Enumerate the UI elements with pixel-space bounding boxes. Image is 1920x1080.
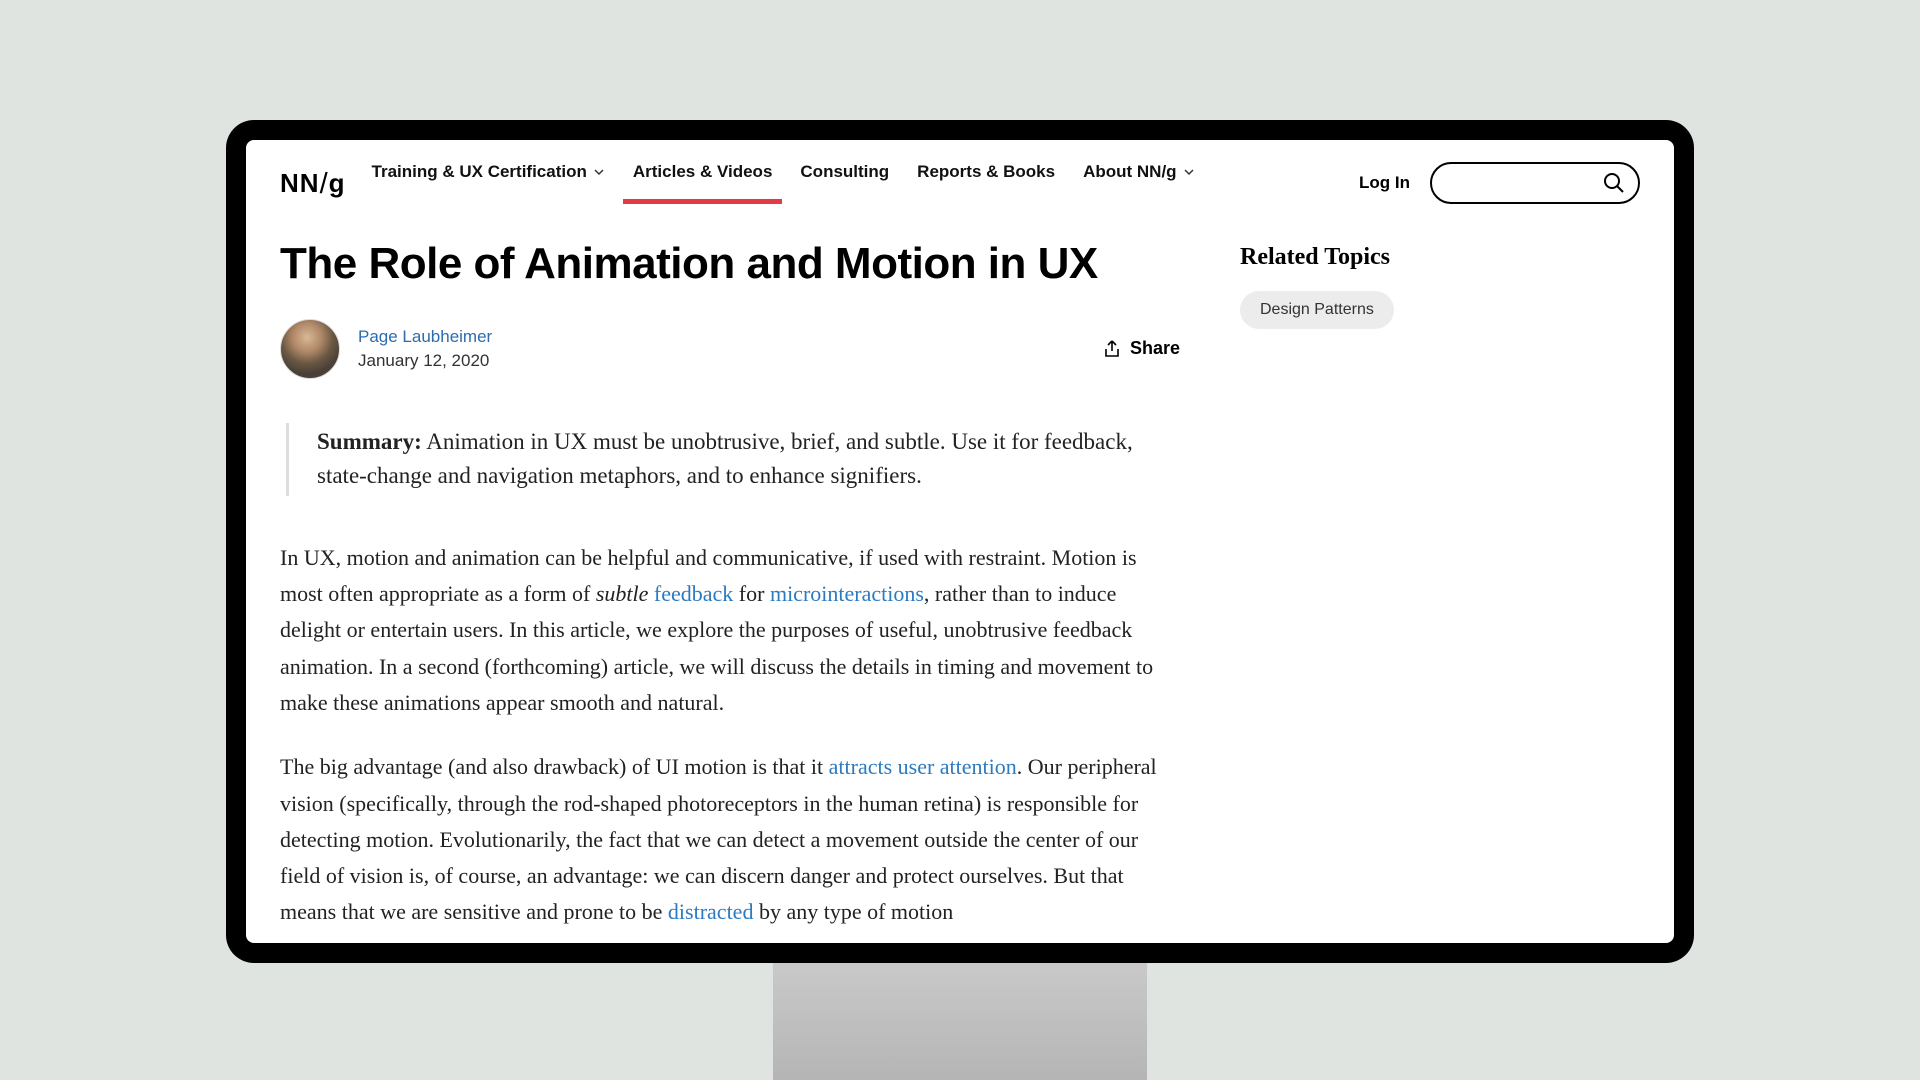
- topic-design-patterns[interactable]: Design Patterns: [1240, 291, 1394, 329]
- summary-label: Summary:: [317, 429, 422, 454]
- nav-label: Articles & Videos: [633, 162, 773, 182]
- nav-label: Consulting: [800, 162, 889, 182]
- nav-label: Training & UX Certification: [372, 162, 587, 182]
- nav-training[interactable]: Training & UX Certification: [372, 162, 605, 204]
- logo-text-nn: NN: [280, 168, 320, 198]
- article-main: The Role of Animation and Motion in UX P…: [280, 238, 1180, 943]
- article-meta: Page Laubheimer January 12, 2020 Share: [280, 319, 1180, 379]
- monitor-frame: NN/g Training & UX Certification Article…: [226, 120, 1694, 963]
- monitor-stand: [773, 963, 1147, 1080]
- nng-logo[interactable]: NN/g: [280, 167, 346, 200]
- author-link[interactable]: Page Laubheimer: [358, 327, 492, 347]
- article-body: In UX, motion and animation can be helpf…: [280, 540, 1180, 931]
- summary-block: Summary: Animation in UX must be unobtru…: [286, 423, 1180, 496]
- logo-slash: /: [320, 168, 329, 201]
- search-input[interactable]: [1430, 162, 1640, 204]
- nav-label: Reports & Books: [917, 162, 1055, 182]
- link-feedback[interactable]: feedback: [654, 581, 733, 606]
- link-distracted[interactable]: distracted: [668, 899, 754, 924]
- avatar: [280, 319, 340, 379]
- publish-date: January 12, 2020: [358, 351, 492, 371]
- page-content: The Role of Animation and Motion in UX P…: [246, 208, 1674, 943]
- search-icon: [1602, 171, 1626, 195]
- share-button[interactable]: Share: [1102, 338, 1180, 359]
- share-label: Share: [1130, 338, 1180, 359]
- sidebar: Related Topics Design Patterns: [1240, 238, 1640, 943]
- link-attracts-attention[interactable]: attracts user attention: [829, 754, 1017, 779]
- link-microinteractions[interactable]: microinteractions: [770, 581, 924, 606]
- share-icon: [1102, 339, 1122, 359]
- nav-label: About NN/g: [1083, 162, 1176, 182]
- article-title: The Role of Animation and Motion in UX: [280, 238, 1180, 291]
- nav-consulting[interactable]: Consulting: [800, 162, 889, 204]
- chevron-down-icon: [1183, 166, 1195, 178]
- author-block: Page Laubheimer January 12, 2020: [280, 319, 492, 379]
- related-topics-title: Related Topics: [1240, 244, 1640, 271]
- site-header: NN/g Training & UX Certification Article…: [246, 140, 1674, 208]
- body-paragraph: The big advantage (and also drawback) of…: [280, 749, 1180, 930]
- nav-about[interactable]: About NN/g: [1083, 162, 1194, 204]
- main-nav: Training & UX Certification Articles & V…: [372, 162, 1360, 204]
- body-paragraph: In UX, motion and animation can be helpf…: [280, 540, 1180, 721]
- logo-text-g: g: [329, 168, 346, 198]
- login-link[interactable]: Log In: [1359, 173, 1410, 193]
- summary-text: Animation in UX must be unobtrusive, bri…: [317, 429, 1133, 489]
- header-right: Log In: [1359, 162, 1640, 204]
- nav-articles[interactable]: Articles & Videos: [633, 162, 773, 204]
- nav-reports[interactable]: Reports & Books: [917, 162, 1055, 204]
- screen: NN/g Training & UX Certification Article…: [246, 140, 1674, 943]
- chevron-down-icon: [593, 166, 605, 178]
